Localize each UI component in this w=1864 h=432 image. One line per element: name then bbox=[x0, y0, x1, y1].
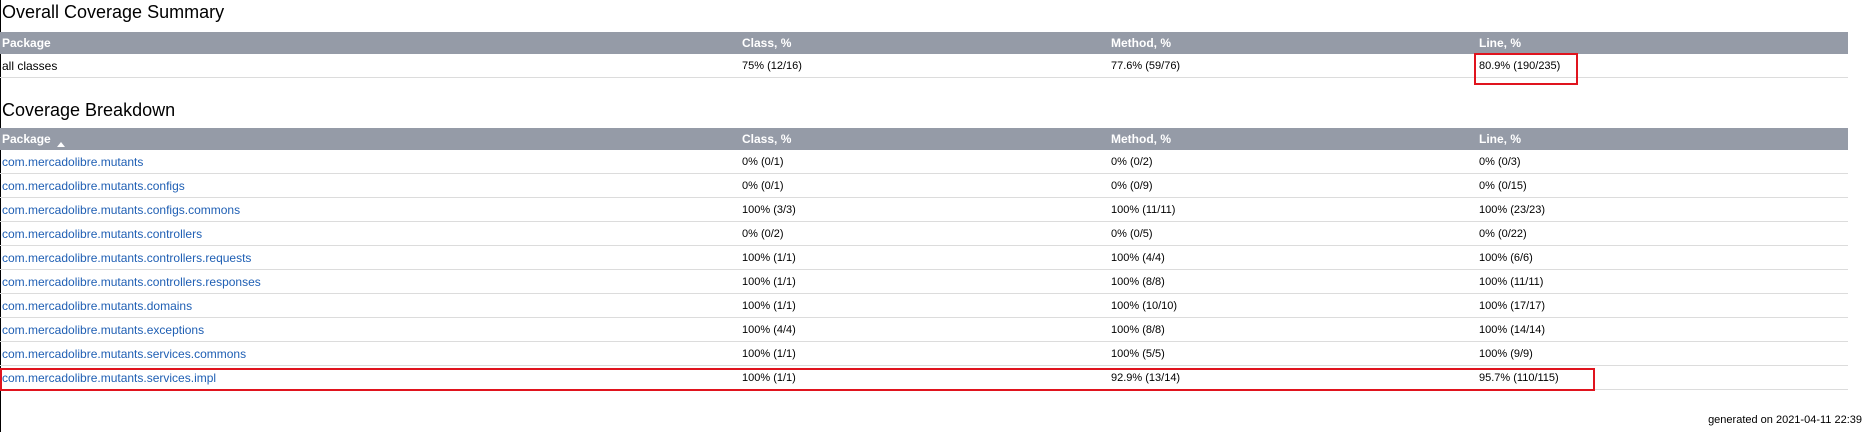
package-link-controllers[interactable]: com.mercadolibre.mutants.controllers bbox=[2, 227, 202, 241]
package-link-services-impl[interactable]: com.mercadolibre.mutants.services.impl bbox=[2, 371, 216, 385]
coverage-breakdown-table: Package Class, % Method, % Line, % com.m… bbox=[0, 128, 1848, 390]
generated-timestamp: generated on 2021-04-11 22:39 bbox=[1708, 414, 1862, 426]
method-coverage-cell: 0% (0/2) bbox=[1109, 150, 1477, 174]
table-row: com.mercadolibre.mutants.services.impl 1… bbox=[0, 365, 1848, 390]
table-row: com.mercadolibre.mutants.exceptions 100%… bbox=[0, 317, 1848, 342]
package-link-configs[interactable]: com.mercadolibre.mutants.configs bbox=[2, 179, 185, 193]
breakdown-header-method[interactable]: Method, % bbox=[1109, 128, 1477, 150]
summary-line-cell: 80.9% (190/235) bbox=[1477, 54, 1848, 78]
table-row: com.mercadolibre.mutants.domains 100% (1… bbox=[0, 293, 1848, 318]
line-coverage-cell: 100% (17/17) bbox=[1477, 293, 1848, 318]
class-coverage-cell: 0% (0/1) bbox=[740, 173, 1109, 198]
table-row: com.mercadolibre.mutants 0% (0/1) 0% (0/… bbox=[0, 150, 1848, 174]
class-coverage-cell: 0% (0/1) bbox=[740, 150, 1109, 174]
table-row: com.mercadolibre.mutants.services.common… bbox=[0, 341, 1848, 366]
package-link-configs-commons[interactable]: com.mercadolibre.mutants.configs.commons bbox=[2, 203, 240, 217]
package-link-services-commons[interactable]: com.mercadolibre.mutants.services.common… bbox=[2, 347, 246, 361]
method-coverage-cell: 100% (11/11) bbox=[1109, 197, 1477, 222]
class-coverage-cell: 100% (1/1) bbox=[740, 365, 1109, 390]
line-coverage-cell: 100% (9/9) bbox=[1477, 341, 1848, 366]
class-coverage-cell: 100% (1/1) bbox=[740, 245, 1109, 270]
summary-header-row: Package Class, % Method, % Line, % bbox=[0, 32, 1848, 54]
line-coverage-cell: 0% (0/22) bbox=[1477, 221, 1848, 246]
coverage-breakdown-title: Coverage Breakdown bbox=[2, 100, 176, 120]
line-coverage-cell: 100% (14/14) bbox=[1477, 317, 1848, 342]
breakdown-header-package: Package bbox=[2, 132, 51, 146]
package-link-exceptions[interactable]: com.mercadolibre.mutants.exceptions bbox=[2, 323, 204, 337]
method-coverage-cell: 0% (0/9) bbox=[1109, 173, 1477, 198]
class-coverage-cell: 0% (0/2) bbox=[740, 221, 1109, 246]
method-coverage-cell: 92.9% (13/14) bbox=[1109, 365, 1477, 390]
line-coverage-cell: 0% (0/3) bbox=[1477, 150, 1848, 174]
summary-package-cell: all classes bbox=[0, 54, 740, 78]
line-coverage-cell: 0% (0/15) bbox=[1477, 173, 1848, 198]
breakdown-header-package-sort[interactable]: Package bbox=[0, 128, 740, 150]
table-row: com.mercadolibre.mutants.controllers.res… bbox=[0, 269, 1848, 294]
class-coverage-cell: 100% (1/1) bbox=[740, 341, 1109, 366]
method-coverage-cell: 100% (4/4) bbox=[1109, 245, 1477, 270]
summary-method-cell: 77.6% (59/76) bbox=[1109, 54, 1477, 78]
line-coverage-cell: 100% (11/11) bbox=[1477, 269, 1848, 294]
summary-class-cell: 75% (12/16) bbox=[740, 54, 1109, 78]
class-coverage-cell: 100% (4/4) bbox=[740, 317, 1109, 342]
breakdown-header-row: Package Class, % Method, % Line, % bbox=[0, 128, 1848, 150]
method-coverage-cell: 0% (0/5) bbox=[1109, 221, 1477, 246]
method-coverage-cell: 100% (8/8) bbox=[1109, 269, 1477, 294]
method-coverage-cell: 100% (8/8) bbox=[1109, 317, 1477, 342]
line-coverage-cell: 100% (6/6) bbox=[1477, 245, 1848, 270]
table-row: com.mercadolibre.mutants.controllers 0% … bbox=[0, 221, 1848, 246]
overall-coverage-table: Package Class, % Method, % Line, % all c… bbox=[0, 32, 1848, 78]
table-row: com.mercadolibre.mutants.controllers.req… bbox=[0, 245, 1848, 270]
class-coverage-cell: 100% (1/1) bbox=[740, 269, 1109, 294]
package-link-domains[interactable]: com.mercadolibre.mutants.domains bbox=[2, 299, 192, 313]
breakdown-header-class[interactable]: Class, % bbox=[740, 128, 1109, 150]
method-coverage-cell: 100% (5/5) bbox=[1109, 341, 1477, 366]
sort-ascending-icon[interactable] bbox=[56, 136, 65, 147]
table-row: com.mercadolibre.mutants.configs 0% (0/1… bbox=[0, 173, 1848, 198]
breakdown-header-line[interactable]: Line, % bbox=[1477, 128, 1848, 150]
class-coverage-cell: 100% (1/1) bbox=[740, 293, 1109, 318]
table-row: com.mercadolibre.mutants.configs.commons… bbox=[0, 197, 1848, 222]
line-coverage-cell: 100% (23/23) bbox=[1477, 197, 1848, 222]
summary-header-method[interactable]: Method, % bbox=[1109, 32, 1477, 54]
line-coverage-cell: 95.7% (110/115) bbox=[1477, 365, 1848, 390]
overall-coverage-summary-title: Overall Coverage Summary bbox=[2, 2, 225, 22]
package-link-controllers-requests[interactable]: com.mercadolibre.mutants.controllers.req… bbox=[2, 251, 251, 265]
summary-row-all-classes: all classes 75% (12/16) 77.6% (59/76) 80… bbox=[0, 54, 1848, 78]
summary-header-class[interactable]: Class, % bbox=[740, 32, 1109, 54]
summary-header-package[interactable]: Package bbox=[0, 32, 740, 54]
summary-header-line[interactable]: Line, % bbox=[1477, 32, 1848, 54]
package-link-controllers-responses[interactable]: com.mercadolibre.mutants.controllers.res… bbox=[2, 275, 261, 289]
package-link-mutants[interactable]: com.mercadolibre.mutants bbox=[2, 155, 143, 169]
method-coverage-cell: 100% (10/10) bbox=[1109, 293, 1477, 318]
class-coverage-cell: 100% (3/3) bbox=[740, 197, 1109, 222]
